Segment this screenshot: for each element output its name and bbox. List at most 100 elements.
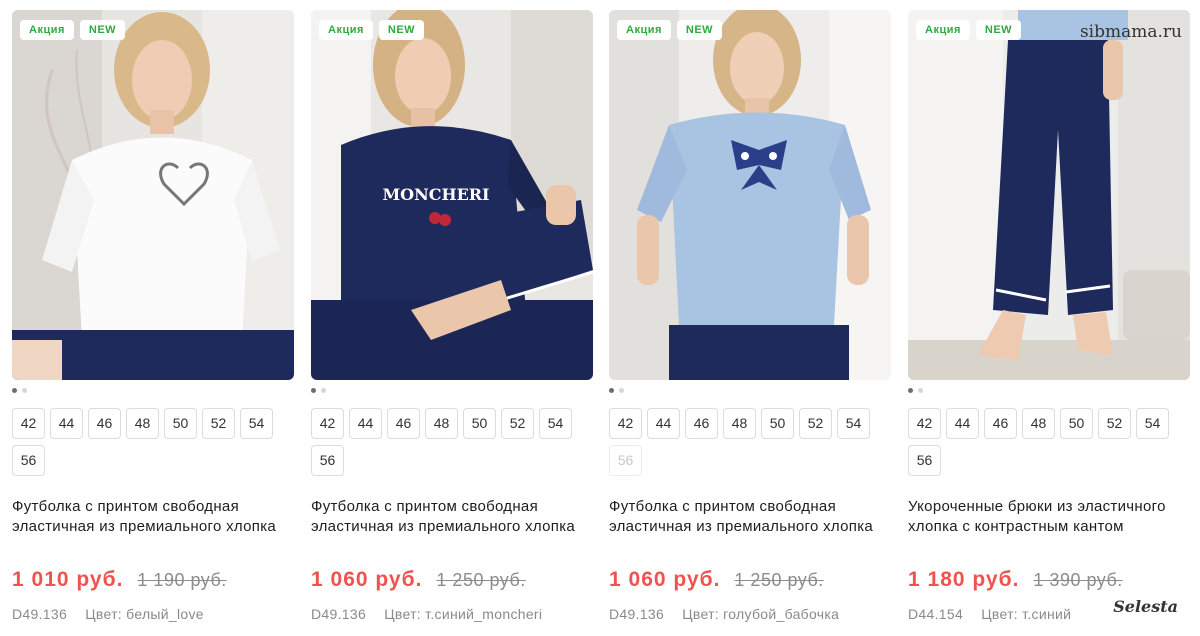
size-option[interactable]: 44 [946, 408, 979, 439]
product-meta: D44.154 Цвет: т.синий [908, 606, 1071, 622]
product-code: D49.136 [12, 606, 68, 622]
current-price: 1 180 руб. [908, 568, 1020, 591]
size-selector: 42 44 46 48 50 52 54 56 [609, 408, 891, 476]
size-option[interactable]: 48 [1022, 408, 1055, 439]
size-option[interactable]: 52 [799, 408, 832, 439]
size-option[interactable]: 42 [311, 408, 344, 439]
carousel-dot[interactable] [311, 388, 316, 393]
product-photo[interactable]: Акция NEW [609, 10, 891, 380]
badge-group: Акция NEW [916, 20, 1022, 40]
price-block: 1 060 руб. 1 250 руб. [311, 568, 526, 592]
product-grid: Акция NEW 42 44 46 48 50 52 54 56 Футбол… [0, 0, 1200, 636]
product-photo[interactable]: Акция NEW [908, 10, 1190, 380]
product-title[interactable]: Укороченные брюки из эластичного хлопка … [908, 497, 1178, 537]
product-color: Цвет: голубой_бабочка [682, 606, 840, 622]
size-option[interactable]: 50 [1060, 408, 1093, 439]
size-option[interactable]: 56 [311, 445, 344, 476]
image-carousel-dots [311, 388, 326, 393]
product-meta: D49.136 Цвет: белый_love [12, 606, 204, 622]
image-carousel-dots [908, 388, 923, 393]
size-option[interactable]: 48 [723, 408, 756, 439]
carousel-dot[interactable] [22, 388, 27, 393]
product-code: D44.154 [908, 606, 964, 622]
carousel-dot[interactable] [12, 388, 17, 393]
size-option[interactable]: 54 [1136, 408, 1169, 439]
sale-badge: Акция [20, 20, 74, 40]
size-selector: 42 44 46 48 50 52 54 56 [908, 408, 1190, 476]
size-option[interactable]: 50 [761, 408, 794, 439]
price-block: 1 060 руб. 1 250 руб. [609, 568, 824, 592]
price-block: 1 010 руб. 1 190 руб. [12, 568, 227, 592]
product-title[interactable]: Футболка с принтом свободная эластичная … [12, 497, 282, 537]
size-option[interactable]: 44 [349, 408, 382, 439]
old-price: 1 250 руб. [436, 570, 526, 590]
size-option[interactable]: 54 [539, 408, 572, 439]
size-option[interactable]: 44 [647, 408, 680, 439]
product-color: Цвет: т.синий_moncheri [384, 606, 543, 622]
product-color: Цвет: белый_love [85, 606, 204, 622]
badge-group: Акция NEW [617, 20, 723, 40]
new-badge: NEW [676, 20, 723, 40]
size-option[interactable]: 52 [202, 408, 235, 439]
size-option[interactable]: 46 [685, 408, 718, 439]
product-card[interactable]: Акция NEW 42 44 46 48 50 52 54 56 Футбол… [12, 10, 294, 630]
size-option[interactable]: 48 [126, 408, 159, 439]
product-image-white-tshirt [12, 10, 294, 380]
new-badge: NEW [378, 20, 425, 40]
old-price: 1 390 руб. [1033, 570, 1123, 590]
size-option[interactable]: 56 [908, 445, 941, 476]
size-option[interactable]: 42 [609, 408, 642, 439]
carousel-dot[interactable] [609, 388, 614, 393]
size-option[interactable]: 56 [12, 445, 45, 476]
product-card[interactable]: MONCHERI Акция NEW 42 44 46 48 50 52 54 … [311, 10, 593, 630]
size-option[interactable]: 44 [50, 408, 83, 439]
sale-badge: Акция [319, 20, 373, 40]
size-selector: 42 44 46 48 50 52 54 56 [12, 408, 294, 476]
current-price: 1 010 руб. [12, 568, 124, 591]
product-image-navy-trousers [908, 10, 1190, 380]
carousel-dot[interactable] [619, 388, 624, 393]
size-option-unavailable: 56 [609, 445, 642, 476]
product-title[interactable]: Футболка с принтом свободная эластичная … [609, 497, 879, 537]
old-price: 1 190 руб. [137, 570, 227, 590]
badge-group: Акция NEW [319, 20, 425, 40]
current-price: 1 060 руб. [311, 568, 423, 591]
size-option[interactable]: 50 [463, 408, 496, 439]
product-title[interactable]: Футболка с принтом свободная эластичная … [311, 497, 581, 537]
size-option[interactable]: 48 [425, 408, 458, 439]
price-block: 1 180 руб. 1 390 руб. [908, 568, 1123, 592]
size-option[interactable]: 42 [12, 408, 45, 439]
product-meta: D49.136 Цвет: голубой_бабочка [609, 606, 839, 622]
size-option[interactable]: 50 [164, 408, 197, 439]
size-option[interactable]: 54 [240, 408, 273, 439]
product-photo[interactable]: MONCHERI Акция NEW [311, 10, 593, 380]
size-option[interactable]: 52 [1098, 408, 1131, 439]
size-option[interactable]: 42 [908, 408, 941, 439]
carousel-dot[interactable] [908, 388, 913, 393]
sale-badge: Акция [916, 20, 970, 40]
size-selector: 42 44 46 48 50 52 54 56 [311, 408, 593, 476]
size-option[interactable]: 46 [984, 408, 1017, 439]
product-photo[interactable]: Акция NEW [12, 10, 294, 380]
current-price: 1 060 руб. [609, 568, 721, 591]
watermark-brand: Selesta [1113, 597, 1178, 616]
moncheri-print: MONCHERI [382, 185, 489, 204]
badge-group: Акция NEW [20, 20, 126, 40]
product-image-blue-tshirt [609, 10, 891, 380]
product-code: D49.136 [609, 606, 665, 622]
size-option[interactable]: 52 [501, 408, 534, 439]
sale-badge: Акция [617, 20, 671, 40]
size-option[interactable]: 46 [387, 408, 420, 439]
product-meta: D49.136 Цвет: т.синий_moncheri [311, 606, 542, 622]
new-badge: NEW [79, 20, 126, 40]
size-option[interactable]: 54 [837, 408, 870, 439]
watermark-site: sibmama.ru [1079, 22, 1182, 42]
product-card[interactable]: Акция NEW 42 44 46 48 50 52 54 56 Укороч… [908, 10, 1190, 630]
image-carousel-dots [609, 388, 624, 393]
size-option[interactable]: 46 [88, 408, 121, 439]
old-price: 1 250 руб. [734, 570, 824, 590]
carousel-dot[interactable] [321, 388, 326, 393]
carousel-dot[interactable] [918, 388, 923, 393]
product-card[interactable]: Акция NEW 42 44 46 48 50 52 54 56 Футбол… [609, 10, 891, 630]
product-code: D49.136 [311, 606, 367, 622]
